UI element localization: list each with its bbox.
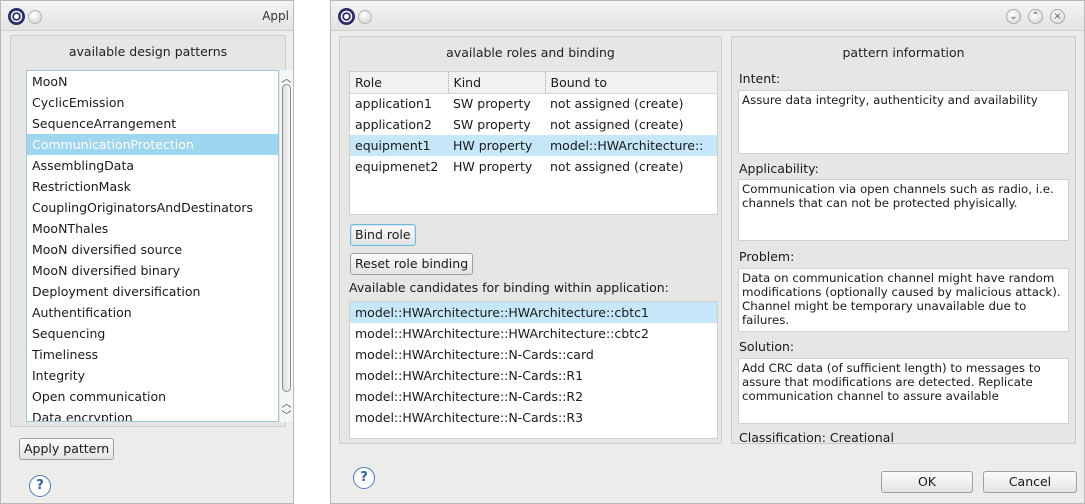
candidate-item[interactable]: model::HWArchitecture::N-Cards::R1: [350, 365, 717, 386]
role-cell-bound: model::HWArchitecture::: [545, 135, 717, 156]
pattern-item[interactable]: Deployment diversification: [27, 281, 278, 302]
pattern-item[interactable]: Integrity: [27, 365, 278, 386]
intent-text: Assure data integrity, authenticity and …: [738, 90, 1069, 154]
role-cell-role: equipment1: [350, 135, 448, 156]
roles-header: available roles and binding: [446, 45, 615, 60]
role-cell-kind: HW property: [453, 159, 533, 174]
pattern-item[interactable]: AssemblingData: [27, 155, 278, 176]
problem-text: Data on communication channel might have…: [738, 268, 1069, 332]
pattern-item[interactable]: MooNThales: [27, 218, 278, 239]
role-cell-role: application2: [355, 117, 432, 132]
pattern-item[interactable]: MooN diversified source: [27, 239, 278, 260]
pattern-item[interactable]: Data encryption: [27, 407, 278, 421]
column-bound-to[interactable]: Bound to: [544, 72, 717, 94]
right-titlebar: ⌄ ⌃ ×: [331, 1, 1084, 31]
role-cell-kind: SW property: [453, 117, 531, 132]
candidates-list[interactable]: model::HWArchitecture::HWArchitecture::c…: [349, 301, 718, 439]
window-menu-button[interactable]: [28, 10, 42, 24]
role-cell-bound: not assigned (create): [550, 117, 684, 132]
role-row[interactable]: equipment1 HW property model::HWArchitectu…: [350, 135, 717, 156]
minimize-icon[interactable]: ⌄: [1006, 9, 1021, 24]
candidate-item[interactable]: model::HWArchitecture::N-Cards::card: [350, 344, 717, 365]
scrollbar-thumb[interactable]: [282, 84, 291, 392]
pattern-item[interactable]: CyclicEmission: [27, 92, 278, 113]
pattern-item[interactable]: SequenceArrangement: [27, 113, 278, 134]
pattern-item[interactable]: MooN: [27, 71, 278, 92]
role-cell-kind: HW property: [448, 135, 545, 156]
scroll-up-arrow-icon[interactable]: ︿: [280, 70, 293, 85]
eclipse-logo-icon: [338, 8, 355, 25]
applicability-text: Communication via open channels such as …: [738, 179, 1069, 241]
column-role[interactable]: Role: [350, 72, 448, 94]
ok-button[interactable]: OK: [881, 471, 973, 493]
classification-text: Classification: Creational: [739, 430, 894, 445]
roles-table: Role Kind Bound to application1 SW proper…: [350, 72, 717, 177]
role-cell-kind: SW property: [453, 96, 531, 112]
role-row[interactable]: application2 SW property not assigned (cre…: [350, 114, 717, 135]
solution-label: Solution:: [739, 339, 795, 354]
pattern-item[interactable]: CouplingOriginatorsAndDestinators: [27, 197, 278, 218]
role-row[interactable]: equipmenet2 HW property not assigned (crea…: [350, 156, 717, 177]
apply-pattern-button[interactable]: Apply pattern: [19, 438, 115, 460]
cancel-button[interactable]: Cancel: [983, 471, 1077, 493]
pattern-info-panel: pattern information Intent: Assure data …: [731, 36, 1076, 445]
role-cell-bound: not assigned (create): [550, 159, 684, 174]
candidate-item[interactable]: model::HWArchitecture::N-Cards::R2: [350, 386, 717, 407]
info-header: pattern information: [842, 45, 965, 60]
role-cell-role: equipmenet2: [355, 159, 439, 174]
role-row[interactable]: application1 SW property not assigned (cre…: [350, 93, 717, 114]
maximize-icon[interactable]: ⌃: [1028, 9, 1043, 24]
pattern-item[interactable]: Authentification: [27, 302, 278, 323]
pattern-item[interactable]: MooN diversified binary: [27, 260, 278, 281]
apply-pattern-window: Appl available design patterns MooN Cycli…: [0, 0, 294, 504]
intent-label: Intent:: [739, 71, 781, 86]
pattern-item[interactable]: Timeliness: [27, 344, 278, 365]
candidate-item[interactable]: model::HWArchitecture::HWArchitecture::c…: [350, 323, 717, 344]
column-kind[interactable]: Kind: [447, 72, 545, 94]
patterns-scrollbar[interactable]: ︿ ︿ ﹀: [280, 70, 293, 422]
pattern-item[interactable]: CommunicationProtection: [27, 134, 278, 155]
left-window-title: Appl: [262, 9, 289, 23]
reset-role-binding-button[interactable]: Reset role binding: [350, 253, 474, 275]
roles-table-container: Role Kind Bound to application1 SW proper…: [349, 71, 718, 215]
pattern-binding-window: ⌄ ⌃ × available roles and binding Role K…: [330, 0, 1085, 504]
problem-label: Problem:: [739, 249, 795, 264]
help-icon[interactable]: ?: [29, 475, 51, 497]
pattern-item[interactable]: RestrictionMask: [27, 176, 278, 197]
patterns-header: available design patterns: [68, 44, 228, 59]
scroll-down-arrow-icon[interactable]: ﹀: [280, 407, 293, 422]
pattern-item[interactable]: Open communication: [27, 386, 278, 407]
patterns-list[interactable]: MooN CyclicEmission SequenceArrangement Com…: [26, 70, 279, 422]
candidate-item[interactable]: model::HWArchitecture::HWArchitecture::c…: [350, 302, 717, 323]
eclipse-logo-icon: [8, 8, 25, 25]
roles-table-header: Role Kind Bound to: [350, 72, 717, 94]
candidates-label: Available candidates for binding within …: [349, 280, 669, 295]
bind-role-button[interactable]: Bind role: [350, 224, 416, 246]
window-menu-button[interactable]: [358, 10, 372, 24]
role-cell-bound: not assigned (create): [550, 96, 684, 112]
left-titlebar: Appl: [1, 1, 293, 31]
solution-text: Add CRC data (of sufficient length) to m…: [738, 358, 1069, 424]
close-icon[interactable]: ×: [1050, 9, 1065, 24]
pattern-item[interactable]: Sequencing: [27, 323, 278, 344]
applicability-label: Applicability:: [739, 161, 819, 176]
help-icon[interactable]: ?: [353, 467, 375, 489]
role-cell-role: application1: [355, 96, 432, 112]
candidate-item[interactable]: model::HWArchitecture::N-Cards::R3: [350, 407, 717, 428]
